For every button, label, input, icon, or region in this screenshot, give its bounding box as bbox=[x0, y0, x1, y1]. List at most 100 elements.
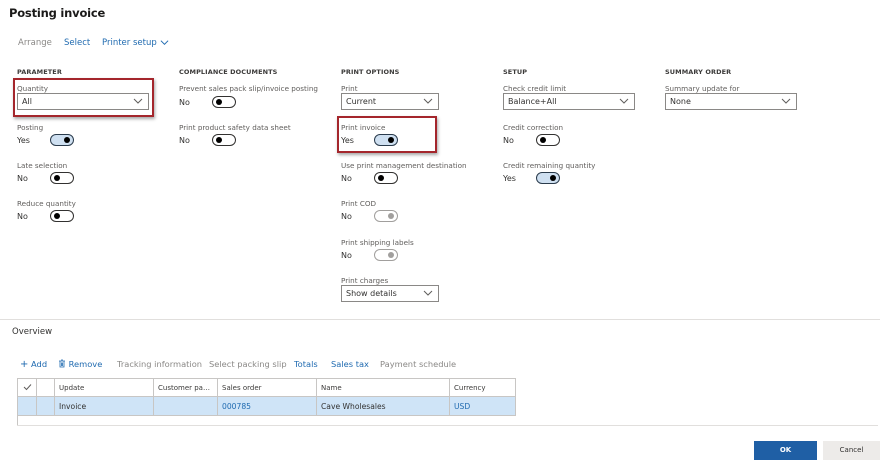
credit-remaining-toggle[interactable] bbox=[536, 172, 560, 184]
select-button[interactable]: Select bbox=[64, 38, 90, 48]
setup-header: SETUP bbox=[503, 68, 528, 76]
overview-title: Overview bbox=[12, 327, 53, 337]
column-header-update[interactable]: Update bbox=[54, 378, 154, 397]
printer-setup-button[interactable]: Printer setup bbox=[102, 38, 169, 48]
chevron-down-icon bbox=[161, 40, 169, 46]
summary-update-label: Summary update for bbox=[665, 84, 740, 93]
prevent-posting-value: No bbox=[179, 98, 190, 107]
print-dropdown[interactable]: Current bbox=[341, 93, 439, 110]
chevron-down-icon bbox=[619, 98, 629, 104]
chevron-down-icon bbox=[133, 98, 143, 104]
reduce-quantity-toggle[interactable] bbox=[50, 210, 74, 222]
quantity-value: All bbox=[22, 97, 32, 106]
print-invoice-value: Yes bbox=[341, 136, 354, 145]
totals-button[interactable]: Totals bbox=[294, 359, 318, 369]
grid-header-row: Update Customer packi... Sales order Nam… bbox=[17, 378, 516, 397]
late-selection-value: No bbox=[17, 174, 28, 183]
summary-update-value: None bbox=[670, 97, 691, 106]
lines-grid: Update Customer packi... Sales order Nam… bbox=[17, 378, 516, 416]
summary-order-header: SUMMARY ORDER bbox=[665, 68, 732, 76]
grid-spacer-column bbox=[36, 378, 55, 397]
print-shipping-labels-label: Print shipping labels bbox=[341, 238, 414, 247]
check-credit-limit-dropdown[interactable]: Balance+All bbox=[503, 93, 635, 110]
print-invoice-label: Print invoice bbox=[341, 123, 386, 132]
ok-button[interactable]: OK bbox=[754, 441, 817, 460]
printer-setup-label: Printer setup bbox=[102, 38, 157, 48]
sales-order-link[interactable]: 000785 bbox=[217, 396, 317, 416]
row-select-cell[interactable] bbox=[17, 396, 37, 416]
update-cell[interactable]: Invoice bbox=[54, 396, 154, 416]
print-charges-value: Show details bbox=[346, 289, 397, 298]
customer-packing-cell[interactable] bbox=[153, 396, 218, 416]
toggle-knob bbox=[378, 175, 384, 181]
table-row[interactable]: Invoice 000785 Cave Wholesales USD bbox=[17, 396, 516, 416]
safety-sheet-label: Print product safety data sheet bbox=[179, 123, 291, 132]
print-label: Print bbox=[341, 84, 358, 93]
credit-correction-value: No bbox=[503, 136, 514, 145]
late-selection-toggle[interactable] bbox=[50, 172, 74, 184]
use-print-management-toggle[interactable] bbox=[374, 172, 398, 184]
column-header-currency[interactable]: Currency bbox=[449, 378, 516, 397]
quantity-dropdown[interactable]: All bbox=[17, 93, 149, 110]
posting-label: Posting bbox=[17, 123, 44, 132]
print-charges-label: Print charges bbox=[341, 276, 389, 285]
summary-update-dropdown[interactable]: None bbox=[665, 93, 797, 110]
cancel-button[interactable]: Cancel bbox=[823, 441, 880, 460]
column-header-sales-order[interactable]: Sales order bbox=[217, 378, 317, 397]
parameter-header: PARAMETER bbox=[17, 68, 62, 76]
credit-correction-toggle[interactable] bbox=[536, 134, 560, 146]
credit-remaining-label: Credit remaining quantity bbox=[503, 161, 596, 170]
add-label: Add bbox=[31, 359, 48, 369]
grid-bottom-line bbox=[17, 425, 878, 426]
safety-sheet-toggle[interactable] bbox=[212, 134, 236, 146]
reduce-quantity-label: Reduce quantity bbox=[17, 199, 76, 208]
toggle-knob bbox=[388, 137, 394, 143]
checkmark-icon bbox=[23, 383, 31, 390]
prevent-posting-toggle[interactable] bbox=[212, 96, 236, 108]
use-print-management-label: Use print management destination bbox=[341, 161, 467, 170]
print-charges-dropdown[interactable]: Show details bbox=[341, 285, 439, 302]
posting-toggle[interactable] bbox=[50, 134, 74, 146]
compliance-header: COMPLIANCE DOCUMENTS bbox=[179, 68, 278, 76]
add-button[interactable]: + Add bbox=[20, 359, 48, 370]
toggle-knob bbox=[54, 213, 60, 219]
print-cod-value: No bbox=[341, 212, 352, 221]
row-spacer-cell bbox=[36, 396, 55, 416]
column-header-customer-packing[interactable]: Customer packi... bbox=[153, 378, 218, 397]
chevron-down-icon bbox=[781, 98, 791, 104]
print-invoice-toggle[interactable] bbox=[374, 134, 398, 146]
name-cell[interactable]: Cave Wholesales bbox=[316, 396, 450, 416]
plus-icon: + bbox=[20, 359, 29, 370]
print-shipping-labels-value: No bbox=[341, 251, 352, 260]
remove-button[interactable]: Remove bbox=[58, 359, 102, 369]
page-title: Posting invoice bbox=[9, 6, 106, 20]
print-options-header: PRINT OPTIONS bbox=[341, 68, 400, 76]
chevron-down-icon bbox=[423, 98, 433, 104]
toggle-knob bbox=[216, 99, 222, 105]
late-selection-label: Late selection bbox=[17, 161, 68, 170]
posting-value: Yes bbox=[17, 136, 30, 145]
toggle-knob bbox=[216, 137, 222, 143]
use-print-management-value: No bbox=[341, 174, 352, 183]
toggle-knob bbox=[388, 213, 394, 219]
section-divider bbox=[0, 319, 880, 320]
print-cod-toggle[interactable] bbox=[374, 210, 398, 222]
currency-link[interactable]: USD bbox=[449, 396, 516, 416]
column-header-name[interactable]: Name bbox=[316, 378, 450, 397]
quantity-label: Quantity bbox=[17, 84, 49, 93]
prevent-posting-label: Prevent sales pack slip/invoice posting bbox=[179, 84, 318, 93]
toggle-knob bbox=[54, 175, 60, 181]
print-shipping-labels-toggle[interactable] bbox=[374, 249, 398, 261]
toggle-knob bbox=[388, 252, 394, 258]
arrange-button[interactable]: Arrange bbox=[18, 38, 52, 48]
tracking-information-button[interactable]: Tracking information bbox=[117, 359, 202, 369]
payment-schedule-button[interactable]: Payment schedule bbox=[380, 359, 456, 369]
trash-icon bbox=[59, 359, 65, 368]
safety-sheet-value: No bbox=[179, 136, 190, 145]
select-all-checkbox[interactable] bbox=[17, 378, 37, 397]
toggle-knob bbox=[550, 175, 556, 181]
print-cod-label: Print COD bbox=[341, 199, 377, 208]
select-packing-slip-button[interactable]: Select packing slip bbox=[209, 359, 287, 369]
credit-remaining-value: Yes bbox=[503, 174, 516, 183]
sales-tax-button[interactable]: Sales tax bbox=[331, 359, 369, 369]
